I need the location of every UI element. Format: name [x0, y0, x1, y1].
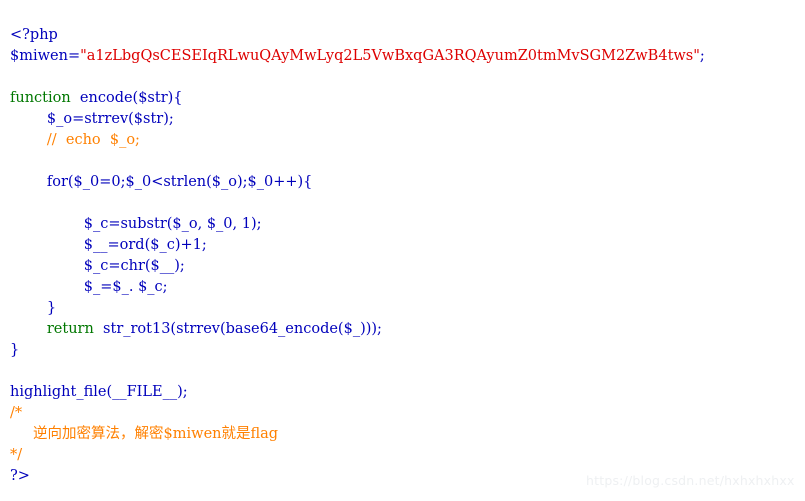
statement-terminator: ; — [699, 47, 705, 64]
code-line-13: $_=$_. $_c; — [10, 277, 705, 298]
strrev-assignment: $_o=strrev($str); — [10, 110, 174, 127]
code-line-2: $miwen="a1zLbgQsCESEIqRLwuQAyMwLyq2L5VwB… — [10, 46, 705, 67]
substr-statement: $_c=substr($_o, $_0, 1); — [10, 215, 262, 232]
code-line-20: 逆向加密算法，解密$miwen就是flag — [10, 424, 705, 445]
return-keyword: return — [10, 320, 94, 337]
for-loop-close-brace: } — [10, 299, 57, 316]
code-line-5: $_o=strrev($str); — [10, 109, 705, 130]
function-close-brace: } — [10, 341, 20, 358]
chinese-hint-comment: 逆向加密算法，解密$miwen就是flag — [10, 425, 279, 442]
code-line-19: /* — [10, 403, 705, 424]
code-line-7-blank — [10, 151, 705, 172]
block-comment-close: */ — [10, 446, 23, 463]
code-line-11: $__=ord($_c)+1; — [10, 235, 705, 256]
code-line-18: highlight_file(__FILE__); — [10, 382, 705, 403]
miwen-string-literal: "a1zLbgQsCESEIqRLwuQAyMwLyq2L5VwBxqGA3RQ… — [80, 47, 700, 64]
code-line-4: function encode($str){ — [10, 88, 705, 109]
code-line-1: <?php — [10, 25, 705, 46]
code-line-14: } — [10, 298, 705, 319]
code-line-16: } — [10, 340, 705, 361]
php-close-tag: ?> — [10, 467, 30, 484]
code-line-6: // echo $_o; — [10, 130, 705, 151]
highlight-file-call: highlight_file(__FILE__); — [10, 383, 188, 400]
code-line-17-blank — [10, 361, 705, 382]
code-line-15: return str_rot13(strrev(base64_encode($_… — [10, 319, 705, 340]
chr-statement: $_c=chr($__); — [10, 257, 185, 274]
php-open-tag: <?php — [10, 26, 58, 43]
code-line-3-blank — [10, 67, 705, 88]
code-line-21: */ — [10, 445, 705, 466]
code-line-12: $_c=chr($__); — [10, 256, 705, 277]
function-signature: encode($str){ — [70, 89, 183, 106]
return-expression: str_rot13(strrev(base64_encode($_))); — [93, 320, 382, 337]
code-line-8: for($_0=0;$_0<strlen($_o);$_0++){ — [10, 172, 705, 193]
block-comment-open: /* — [10, 404, 23, 421]
echo-comment: // echo $_o; — [10, 131, 140, 148]
function-keyword: function — [10, 89, 71, 106]
ord-statement: $__=ord($_c)+1; — [10, 236, 207, 253]
code-surface: <?php $miwen="a1zLbgQsCESEIqRLwuQAyMwLyq2… — [0, 0, 805, 501]
concat-statement: $_=$_. $_c; — [10, 278, 168, 295]
code-line-9-blank — [10, 193, 705, 214]
for-loop-header: for($_0=0;$_0<strlen($_o);$_0++){ — [10, 173, 313, 190]
php-source-code: <?php $miwen="a1zLbgQsCESEIqRLwuQAyMwLyq2… — [10, 25, 705, 487]
code-line-10: $_c=substr($_o, $_0, 1); — [10, 214, 705, 235]
miwen-variable-assign: $miwen= — [10, 47, 81, 64]
csdn-watermark: https://blog.csdn.net/hxhxhxhxx — [586, 473, 795, 488]
